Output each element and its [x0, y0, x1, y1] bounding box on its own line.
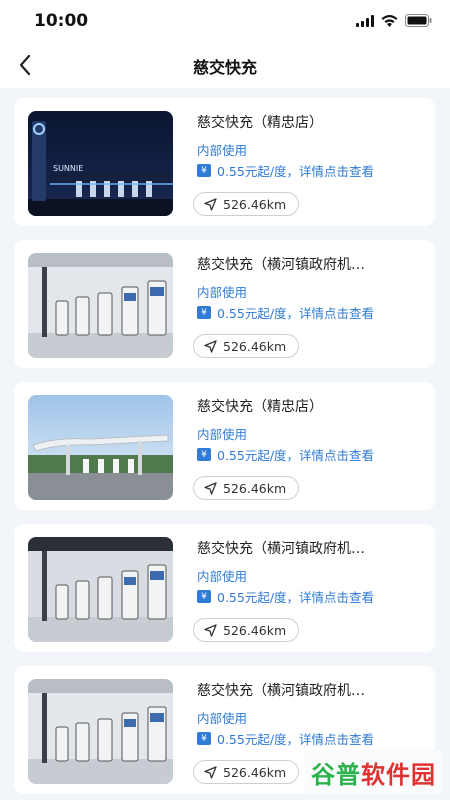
station-photo: [28, 395, 173, 500]
signal-icon: [356, 14, 374, 27]
status-icons: [356, 14, 432, 27]
status-bar: 10:00: [0, 0, 450, 42]
watermark-logo: 谷普 软件园: [305, 750, 442, 794]
price-link[interactable]: ¥0.55元起/度，详情点击查看: [197, 303, 374, 322]
price-link[interactable]: ¥0.55元起/度，详情点击查看: [197, 587, 374, 606]
price-tag-icon: ¥: [197, 306, 211, 319]
station-title: 慈交快充（精忠店）: [197, 399, 323, 415]
distance-button[interactable]: 526.46km: [193, 760, 300, 784]
price-tag-icon: ¥: [197, 732, 211, 745]
wifi-icon: [381, 14, 398, 27]
price-text: 0.55元起/度，详情点击查看: [217, 164, 375, 179]
nav-bar: 慈交快充: [0, 42, 450, 88]
station-title: 慈交快充（横河镇政府机…: [197, 683, 365, 699]
station-card[interactable]: 慈交快充（横河镇政府机… 内部使用 ¥0.55元起/度，详情点击查看 526.46km: [14, 524, 435, 652]
price-text: 0.55元起/度，详情点击查看: [217, 306, 375, 321]
price-link[interactable]: ¥0.55元起/度，详情点击查看: [197, 445, 374, 464]
station-card[interactable]: 慈交快充（精忠店） 内部使用 ¥0.55元起/度，详情点击查看 526.46km: [14, 382, 435, 510]
navigation-arrow-icon: [204, 197, 217, 211]
price-text: 0.55元起/度，详情点击查看: [217, 590, 375, 605]
station-title: 慈交快充（精忠店）: [197, 115, 323, 131]
station-title: 慈交快充（横河镇政府机…: [197, 257, 365, 273]
price-tag-icon: ¥: [197, 164, 211, 177]
navigation-arrow-icon: [204, 765, 217, 779]
usage-label: 内部使用: [197, 569, 248, 584]
distance-text: 526.46km: [223, 480, 287, 496]
usage-label: 内部使用: [197, 285, 248, 300]
page-title: 慈交快充: [192, 58, 257, 77]
station-photo: [28, 537, 173, 642]
price-tag-icon: ¥: [197, 590, 211, 603]
distance-button[interactable]: 526.46km: [193, 476, 300, 500]
distance-button[interactable]: 526.46km: [193, 192, 300, 216]
usage-label: 内部使用: [197, 143, 248, 158]
price-text: 0.55元起/度，详情点击查看: [217, 448, 375, 463]
station-photo: [28, 253, 173, 358]
station-photo: [28, 679, 173, 784]
navigation-arrow-icon: [204, 339, 217, 353]
navigation-arrow-icon: [204, 623, 217, 637]
distance-text: 526.46km: [223, 338, 287, 354]
price-link[interactable]: ¥0.55元起/度，详情点击查看: [197, 161, 374, 180]
price-text: 0.55元起/度，详情点击查看: [217, 732, 375, 747]
station-photo: SUNNIE: [28, 111, 173, 216]
distance-text: 526.46km: [223, 764, 287, 780]
battery-icon: [405, 14, 432, 27]
station-title: 慈交快充（横河镇政府机…: [197, 541, 365, 557]
distance-button[interactable]: 526.46km: [193, 618, 300, 642]
price-link[interactable]: ¥0.55元起/度，详情点击查看: [197, 729, 374, 748]
svg-text:SUNNIE: SUNNIE: [53, 164, 83, 173]
distance-text: 526.46km: [223, 622, 287, 638]
navigation-arrow-icon: [204, 481, 217, 495]
status-time: 10:00: [34, 11, 89, 31]
usage-label: 内部使用: [197, 427, 248, 442]
price-tag-icon: ¥: [197, 448, 211, 461]
distance-button[interactable]: 526.46km: [193, 334, 300, 358]
station-card[interactable]: SUNNIE 慈交快充（精忠店） 内部使用 ¥0.55元起/度，详情点击查看 526.4…: [14, 98, 435, 226]
distance-text: 526.46km: [223, 196, 287, 212]
station-card[interactable]: 慈交快充（横河镇政府机… 内部使用 ¥0.55元起/度，详情点击查看 526.46km: [14, 240, 435, 368]
usage-label: 内部使用: [197, 711, 248, 726]
